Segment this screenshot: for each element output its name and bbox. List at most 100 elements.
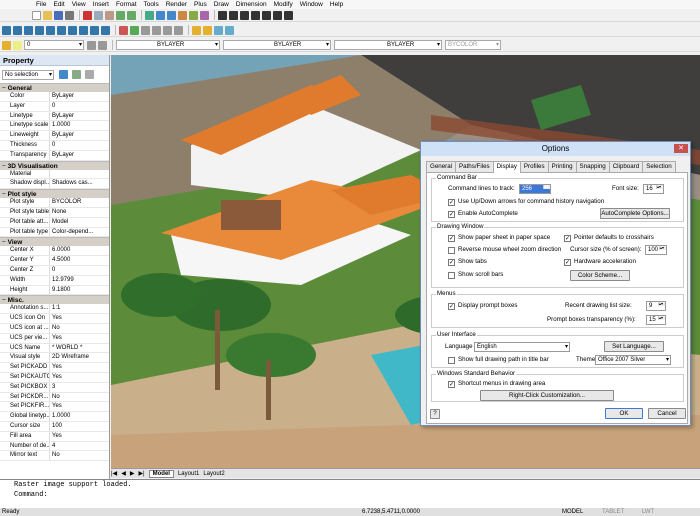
copy-icon[interactable] — [94, 10, 103, 20]
property-row[interactable]: UCS icon On Yes — [0, 314, 109, 324]
language-field[interactable]: English — [474, 342, 570, 352]
property-value[interactable]: ByLayer — [50, 131, 109, 140]
mirror-icon[interactable] — [35, 25, 44, 35]
chamfer-icon[interactable] — [101, 25, 110, 35]
text-icon[interactable] — [284, 10, 293, 20]
property-row[interactable]: Linetype ByLayer — [0, 111, 109, 122]
print-icon[interactable] — [65, 10, 74, 20]
section-3d-visualisation[interactable]: 3D Visualisation — [0, 160, 109, 170]
property-value[interactable]: Yes — [50, 363, 109, 372]
command-lines-spinner[interactable]: 256 — [519, 184, 551, 194]
property-row[interactable]: Center Z0 — [0, 265, 109, 276]
menu-item-edit[interactable]: Edit — [53, 1, 64, 8]
set-language-button[interactable]: Set Language... — [604, 341, 664, 352]
tab-model[interactable]: Model — [148, 469, 174, 478]
updown-checkbox[interactable]: ✓ — [448, 199, 455, 206]
rectangle-icon[interactable] — [262, 10, 271, 20]
property-row[interactable]: Width 12.9799 — [0, 275, 109, 286]
zoom-icon[interactable] — [156, 10, 165, 20]
property-value[interactable]: 3 — [50, 382, 109, 392]
tab-general[interactable]: General — [426, 161, 457, 172]
property-value[interactable]: Shadows cas... — [50, 179, 109, 189]
cancel-button[interactable]: Cancel — [648, 408, 686, 419]
property-value[interactable]: ByLayer — [50, 111, 109, 121]
menu-item-help[interactable]: Help — [330, 1, 343, 8]
property-row[interactable]: Lineweight ByLayer — [0, 131, 109, 141]
autocomplete-options-button[interactable]: AutoComplete Options... — [600, 208, 670, 219]
color-combo[interactable]: BYLAYER — [116, 40, 220, 50]
property-row[interactable]: Linetype scale 1.0000 — [0, 121, 109, 132]
command-prompt[interactable]: Command: — [14, 490, 700, 500]
cut-icon[interactable] — [83, 10, 92, 20]
property-row[interactable]: Plot style BYCOLOR — [0, 198, 109, 208]
tab-display[interactable]: Display — [492, 161, 521, 173]
extend-icon[interactable] — [79, 25, 88, 35]
toggle-pickadd-icon[interactable] — [85, 70, 94, 79]
tab-next-icon[interactable]: ▶ — [130, 470, 135, 477]
menu-item-view[interactable]: View — [72, 1, 86, 8]
color-scheme-button[interactable]: Color Scheme... — [570, 270, 630, 281]
linetype-combo[interactable]: BYLAYER — [223, 40, 331, 50]
layer-combo[interactable]: 0 — [24, 40, 84, 50]
property-row[interactable]: UCS Name * WORLD * — [0, 343, 109, 354]
property-value[interactable]: None — [50, 207, 109, 217]
arc-icon[interactable] — [251, 10, 260, 20]
reverse-zoom-checkbox[interactable] — [448, 247, 455, 254]
layer-manager-icon[interactable] — [2, 40, 11, 50]
property-row[interactable]: Cursor size 100 — [0, 421, 109, 432]
menu-item-format[interactable]: Format — [116, 1, 137, 8]
plotstyle-combo[interactable]: BYCOLOR — [445, 40, 501, 50]
undo-icon[interactable] — [116, 10, 125, 20]
property-value[interactable]: No — [50, 451, 109, 461]
property-row[interactable]: Number of de... 4 — [0, 441, 109, 452]
erase-icon[interactable] — [119, 25, 128, 35]
layer-previous-icon[interactable] — [98, 40, 107, 50]
move-icon[interactable] — [2, 25, 11, 35]
section-misc-[interactable]: Misc. — [0, 295, 109, 305]
tab-printing[interactable]: Printing — [547, 161, 577, 172]
menu-item-dimension[interactable]: Dimension — [236, 1, 267, 8]
layers-icon[interactable] — [189, 10, 198, 20]
render-icon[interactable] — [200, 10, 209, 20]
property-value[interactable]: 9.1800 — [50, 285, 109, 295]
property-value[interactable]: 1:1 — [50, 304, 109, 314]
quick-select-icon[interactable] — [59, 70, 68, 79]
menu-item-window[interactable]: Window — [300, 1, 323, 8]
theme-combo[interactable]: Office 2007 Silver — [595, 355, 671, 365]
tab-last-icon[interactable]: ▶| — [138, 470, 144, 477]
layer-state-icon[interactable] — [13, 40, 22, 50]
cursor-size-spinner[interactable]: 100 — [645, 245, 667, 255]
hardware-accel-checkbox[interactable]: ✓ — [564, 259, 571, 266]
save-icon[interactable] — [54, 10, 63, 20]
ok-button[interactable]: OK — [605, 408, 643, 419]
property-row[interactable]: Plot table type Color-depend... — [0, 227, 109, 238]
dim-linear-icon[interactable] — [152, 25, 161, 35]
polyline-icon[interactable] — [229, 10, 238, 20]
property-row[interactable]: UCS icon at ... No — [0, 323, 109, 334]
property-value[interactable]: 4.5000 — [50, 256, 109, 265]
property-value[interactable]: 100 — [50, 421, 109, 431]
property-row[interactable]: Set PICKADD Yes — [0, 363, 109, 373]
status-tablet[interactable]: TABLET — [602, 508, 642, 516]
property-row[interactable]: Color ByLayer — [0, 92, 109, 102]
property-row[interactable]: Visual style 2D Wireframe — [0, 353, 109, 364]
property-value[interactable]: ByLayer — [50, 92, 109, 101]
pan-icon[interactable] — [145, 10, 154, 20]
property-row[interactable]: Mirror text No — [0, 451, 109, 462]
offset-icon[interactable] — [46, 25, 55, 35]
zoom-window-icon[interactable] — [167, 10, 176, 20]
property-value[interactable]: 1.0000 — [50, 412, 109, 421]
scale-icon[interactable] — [24, 25, 33, 35]
lineweight-combo[interactable]: BYLAYER — [334, 40, 442, 50]
redo-icon[interactable] — [127, 10, 136, 20]
view-icon[interactable] — [225, 25, 234, 35]
property-row[interactable]: Set PICKBOX 3 — [0, 382, 109, 393]
property-row[interactable]: Shadow displ... Shadows cas... — [0, 179, 109, 190]
crosshairs-checkbox[interactable]: ✓ — [564, 235, 571, 242]
property-row[interactable]: Set PICKAUTO Yes — [0, 372, 109, 383]
tab-selection[interactable]: Selection — [642, 161, 676, 172]
property-value[interactable]: 0 — [50, 101, 109, 111]
menu-item-insert[interactable]: Insert — [93, 1, 109, 8]
section-plot-style[interactable]: Plot style — [0, 189, 109, 199]
property-value[interactable]: ByLayer — [50, 150, 109, 160]
